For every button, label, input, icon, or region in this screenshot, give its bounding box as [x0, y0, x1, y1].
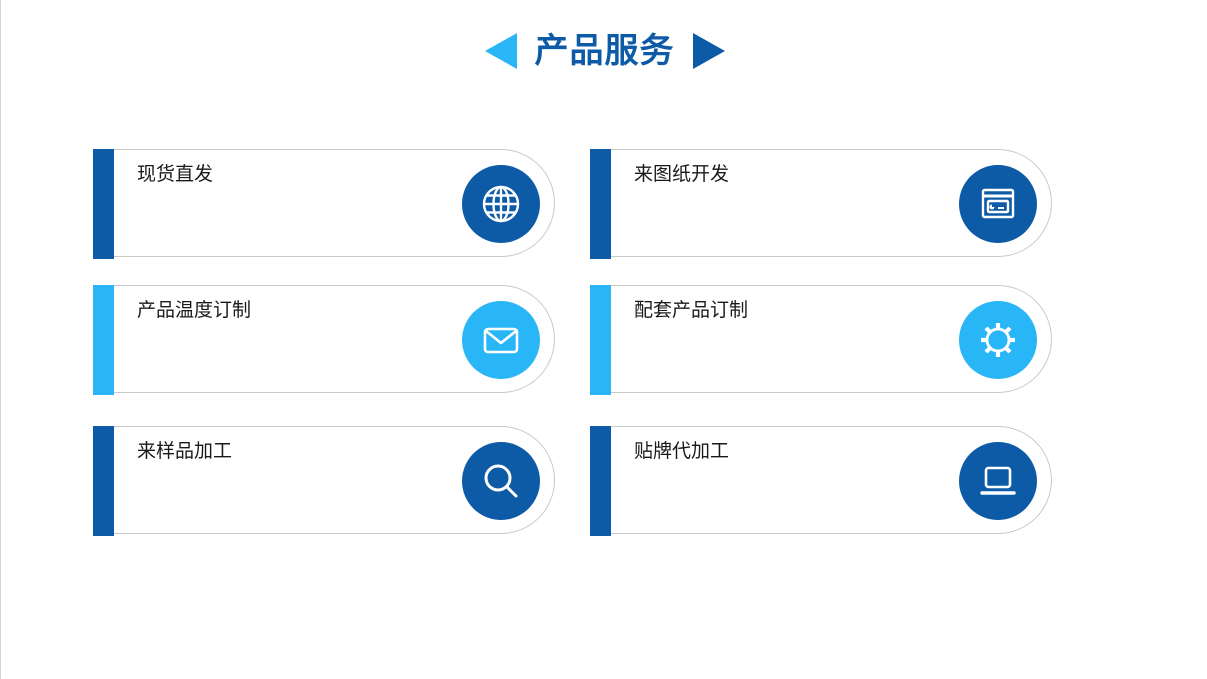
- card-accent-stripe: [93, 149, 114, 259]
- search-icon: [462, 442, 540, 520]
- id-card-window-icon: [959, 165, 1037, 243]
- card-accent-stripe: [590, 285, 611, 395]
- triangle-left-icon: [484, 33, 517, 69]
- page: 产品服务 现货直发 来图纸开发 产品温度订制 配套产品订制 来样品加工 贴牌代加…: [0, 0, 1207, 679]
- card-accent-stripe: [93, 285, 114, 395]
- service-label: 配套产品订制: [634, 299, 749, 321]
- service-card-stock-shipping[interactable]: 现货直发: [93, 149, 555, 259]
- globe-icon: [462, 165, 540, 243]
- gear-icon: [959, 301, 1037, 379]
- triangle-right-icon: [692, 33, 725, 69]
- section-header: 产品服务: [1, 28, 1207, 74]
- laptop-icon: [959, 442, 1037, 520]
- service-label: 贴牌代加工: [634, 440, 730, 462]
- service-label: 来图纸开发: [634, 163, 730, 185]
- envelope-icon: [462, 301, 540, 379]
- service-label: 来样品加工: [137, 440, 233, 462]
- service-card-temperature-custom[interactable]: 产品温度订制: [93, 285, 555, 395]
- card-accent-stripe: [93, 426, 114, 536]
- service-card-drawing-development[interactable]: 来图纸开发: [590, 149, 1052, 259]
- section-title: 产品服务: [534, 31, 675, 71]
- service-label: 现货直发: [137, 163, 214, 185]
- card-accent-stripe: [590, 149, 611, 259]
- service-card-accessory-custom[interactable]: 配套产品订制: [590, 285, 1052, 395]
- service-card-oem-processing[interactable]: 贴牌代加工: [590, 426, 1052, 536]
- service-label: 产品温度订制: [137, 299, 252, 321]
- service-card-sample-processing[interactable]: 来样品加工: [93, 426, 555, 536]
- card-accent-stripe: [590, 426, 611, 536]
